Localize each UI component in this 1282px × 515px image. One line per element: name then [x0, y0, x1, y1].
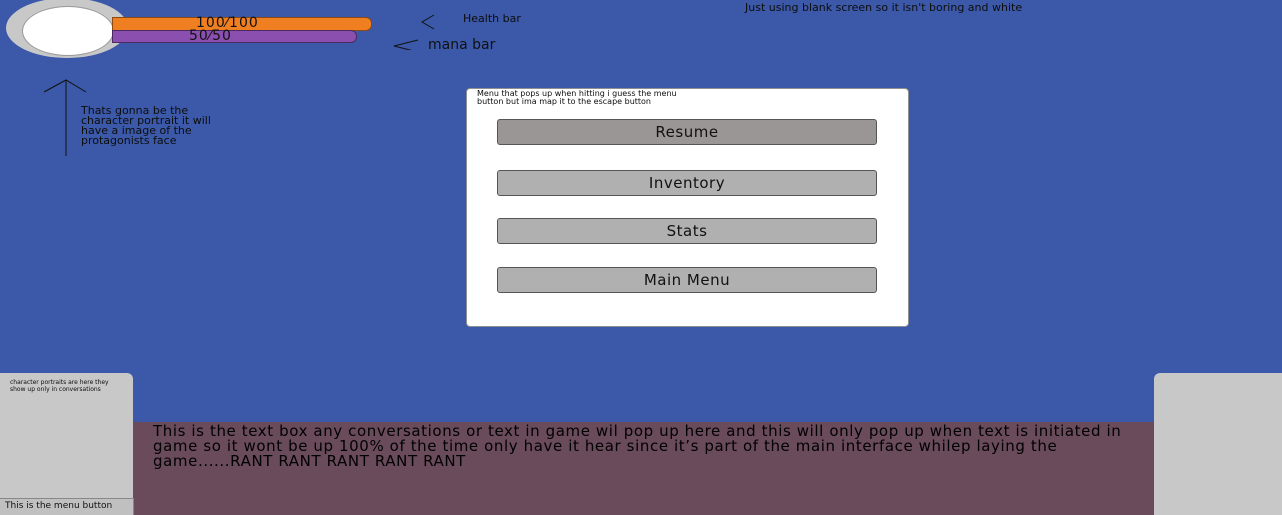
- dialogue-text-box: This is the text box any conversations o…: [133, 422, 1154, 515]
- conversation-portraits-annotation: character portraits are here they show u…: [10, 379, 109, 393]
- mana-bar-annotation: mana bar: [428, 37, 496, 53]
- menu-button[interactable]: This is the menu button: [0, 498, 134, 515]
- portrait-face: [22, 6, 114, 56]
- up-arrow-icon: [43, 79, 87, 93]
- background-annotation: Just using blank screen so it isn't bori…: [745, 1, 1023, 14]
- pause-menu: Menu that pops up when hitting i guess t…: [466, 88, 909, 327]
- main-menu-button[interactable]: Main Menu: [497, 267, 877, 293]
- health-bar-annotation: Health bar: [463, 12, 521, 25]
- mana-bar: [112, 30, 357, 43]
- character-portrait: [6, 0, 128, 60]
- conversation-portrait-left: character portraits are here they show u…: [0, 373, 133, 515]
- dialogue-text: This is the text box any conversations o…: [153, 422, 1122, 470]
- portrait-annotation: Thats gonna be the character portrait it…: [81, 104, 211, 147]
- mana-arrow-icon: [393, 39, 419, 50]
- mana-value: 50⁄50: [189, 28, 232, 44]
- resume-button[interactable]: Resume: [497, 119, 877, 145]
- health-arrow-icon: [421, 14, 435, 30]
- stats-button[interactable]: Stats: [497, 218, 877, 244]
- conversation-portrait-right: [1154, 373, 1282, 515]
- inventory-button[interactable]: Inventory: [497, 170, 877, 196]
- menu-annotation: Menu that pops up when hitting i guess t…: [477, 89, 677, 106]
